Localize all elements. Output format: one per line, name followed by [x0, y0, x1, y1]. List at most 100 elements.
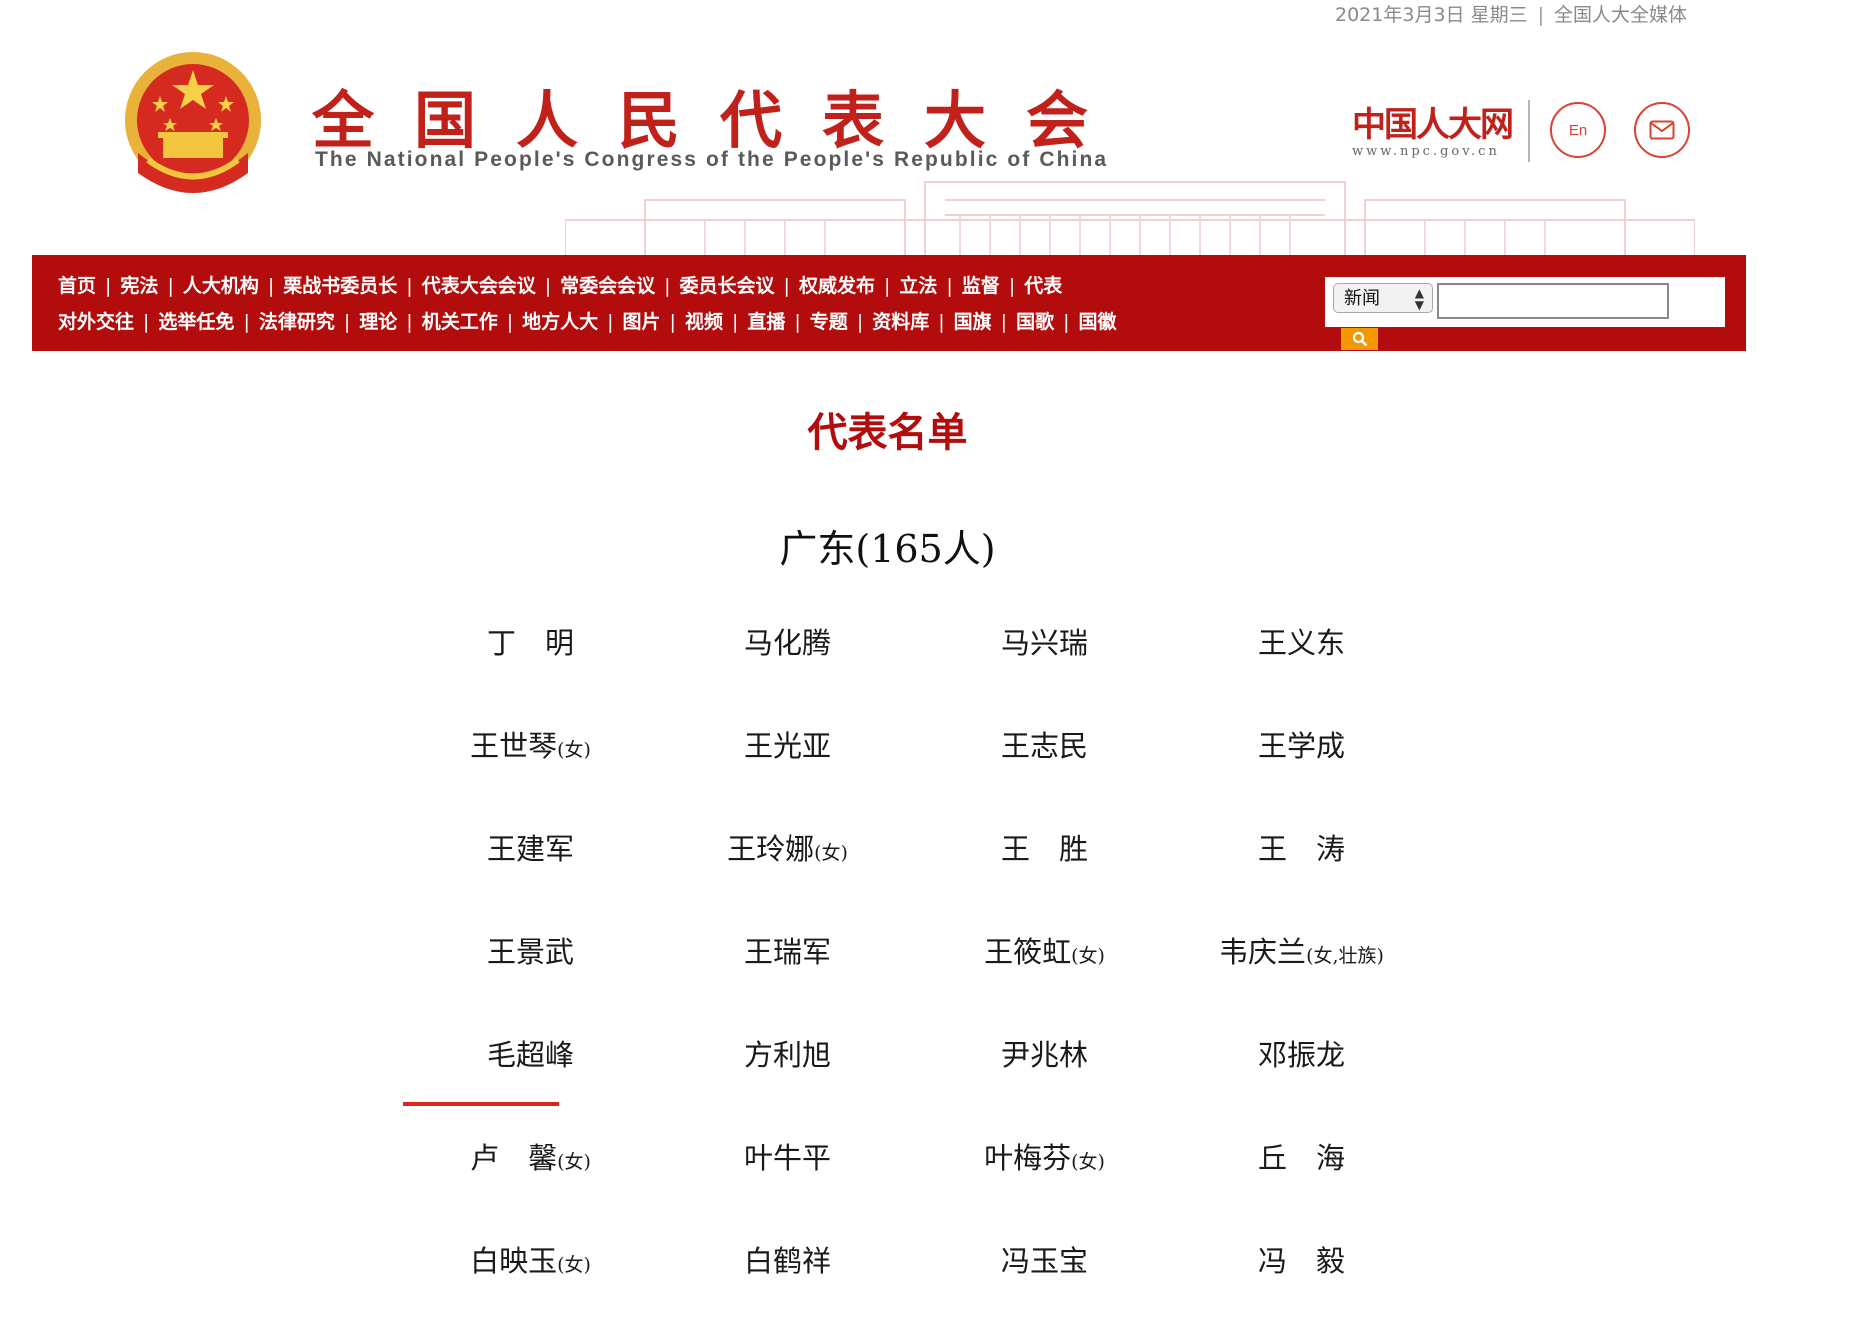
nav-item[interactable]: 法律研究	[259, 311, 335, 333]
deputy-name-link[interactable]: 马化腾	[659, 620, 916, 723]
nav-item[interactable]: 国旗	[954, 311, 992, 333]
deputy-name-link[interactable]: 王义东	[1173, 620, 1430, 723]
great-hall-illustration	[565, 181, 1695, 260]
nav-item[interactable]: 权威发布	[799, 275, 875, 297]
site-title-en: The National People's Congress of the Pe…	[315, 148, 1109, 171]
deputy-name: 冯玉宝	[1000, 1244, 1088, 1278]
deputy-name: 王筱虹	[984, 935, 1072, 969]
deputy-name-link[interactable]: 丁 明	[402, 620, 659, 723]
deputy-name-link[interactable]: 王景武	[402, 929, 659, 1032]
deputy-name-link[interactable]: 王玲娜(女)	[659, 826, 916, 929]
deputy-name: 韦庆兰	[1219, 935, 1307, 969]
deputy-name-link[interactable]: 叶牛平	[659, 1135, 916, 1238]
page-title: 代表名单	[807, 409, 968, 456]
deputy-name: 冯 毅	[1257, 1244, 1345, 1278]
nav-item[interactable]: 宪法	[120, 275, 158, 297]
nav-item[interactable]: 专题	[810, 311, 848, 333]
deputy-name: 王瑞军	[743, 935, 831, 969]
deputy-name-link[interactable]: 王筱虹(女)	[916, 929, 1173, 1032]
search-button[interactable]	[1341, 328, 1378, 350]
nav-item[interactable]: 视频	[685, 311, 723, 333]
deputy-name: 卢 馨	[470, 1141, 558, 1175]
deputy-name-link[interactable]: 卢 馨(女)	[402, 1135, 659, 1238]
deputy-name-link[interactable]: 冯 毅	[1173, 1238, 1430, 1341]
deputy-name: 叶梅芬	[984, 1141, 1072, 1175]
nav-row-2: 对外交往 | 选举任免 | 法律研究 | 理论 | 机关工作 | 地方人大 | 图片 | 视频 | 直播 | 专题 |…	[58, 311, 1117, 333]
deputy-name-link[interactable]: 王光亚	[659, 723, 916, 826]
national-emblem-icon[interactable]	[118, 48, 268, 208]
deputy-name: 叶牛平	[743, 1141, 831, 1175]
deputy-name: 马兴瑞	[1000, 626, 1088, 660]
nav-item[interactable]: 国徽	[1078, 311, 1116, 333]
select-arrows-icon: ▲ ▼	[1414, 286, 1424, 312]
site-header: 全国人民代表大会 The National People's Congress …	[0, 40, 1862, 260]
nav-item[interactable]: 常委会会议	[560, 275, 655, 297]
nav-item[interactable]: 首页	[58, 275, 96, 297]
nav-item[interactable]: 代表	[1024, 275, 1062, 297]
deputy-name-link[interactable]: 韦庆兰(女,壮族)	[1173, 929, 1430, 1032]
deputy-name-link[interactable]: 王建军	[402, 826, 659, 929]
english-button[interactable]: En	[1550, 102, 1606, 158]
nav-item[interactable]: 直播	[747, 311, 785, 333]
deputy-name: 白映玉	[470, 1244, 558, 1278]
deputy-name-link[interactable]: 尹兆林	[916, 1032, 1173, 1135]
nav-item[interactable]: 监督	[962, 275, 1000, 297]
deputy-name: 丁 明	[486, 626, 574, 660]
deputy-name-link[interactable]: 王 涛	[1173, 826, 1430, 929]
deputy-name: 王 胜	[1000, 832, 1088, 866]
name-row: 白映玉(女) 白鹤祥 冯玉宝 冯 毅	[402, 1238, 1432, 1341]
deputy-name: 丘 海	[1257, 1141, 1345, 1175]
deputy-name-link[interactable]: 王学成	[1173, 723, 1430, 826]
npc-site-logo[interactable]: 中国人大网 www.npc.gov.cn	[1352, 106, 1532, 160]
name-row: 丁 明 马化腾 马兴瑞 王义东	[402, 620, 1432, 723]
deputy-name: 王 涛	[1257, 832, 1345, 866]
deputy-name-link[interactable]: 叶梅芬(女)	[916, 1135, 1173, 1238]
nav-item[interactable]: 机关工作	[422, 311, 498, 333]
deputy-name-link[interactable]: 毛超峰	[402, 1032, 659, 1135]
deputy-note: (女)	[814, 842, 848, 864]
nav-item[interactable]: 委员长会议	[680, 275, 775, 297]
deputy-name-link[interactable]: 马兴瑞	[916, 620, 1173, 723]
deputy-name: 邓振龙	[1257, 1038, 1345, 1072]
deputy-name-link[interactable]: 王瑞军	[659, 929, 916, 1032]
media-link[interactable]: 全国人大全媒体	[1554, 4, 1687, 26]
nav-item[interactable]: 栗战书委员长	[283, 275, 397, 297]
deputy-name-link[interactable]: 王志民	[916, 723, 1173, 826]
search-input[interactable]	[1437, 283, 1669, 319]
nav-item[interactable]: 资料库	[872, 311, 929, 333]
deputy-name-link[interactable]: 王 胜	[916, 826, 1173, 929]
deputy-name-link[interactable]: 白鹤祥	[659, 1238, 916, 1341]
deputy-name: 王世琴	[470, 729, 558, 763]
nav-item[interactable]: 国歌	[1016, 311, 1054, 333]
deputy-name-link[interactable]: 方利旭	[659, 1032, 916, 1135]
nav-item[interactable]: 选举任免	[158, 311, 234, 333]
name-row: 王世琴(女) 王光亚 王志民 王学成	[402, 723, 1432, 826]
search-panel: 新闻 ▲ ▼	[1325, 277, 1725, 327]
nav-item[interactable]: 对外交往	[58, 311, 134, 333]
site-logo-text: 中国人大网	[1352, 106, 1514, 144]
deputy-note: (女)	[1071, 1151, 1105, 1173]
deputy-name-link[interactable]: 邓振龙	[1173, 1032, 1430, 1135]
deputy-name-link[interactable]: 冯玉宝	[916, 1238, 1173, 1341]
search-category-value: 新闻	[1344, 288, 1380, 309]
name-row: 王建军 王玲娜(女) 王 胜 王 涛	[402, 826, 1432, 929]
mail-button[interactable]	[1634, 102, 1690, 158]
nav-item[interactable]: 代表大会会议	[422, 275, 536, 297]
nav-item[interactable]: 人大机构	[183, 275, 259, 297]
deputy-name: 白鹤祥	[743, 1244, 831, 1278]
deputy-name-grid: 丁 明马化腾 马兴瑞 王义东 王世琴(女) 王光亚 王志民 王学成 王建军 王玲娜(女) 王 胜王…	[402, 620, 1432, 1341]
separator: |	[1537, 4, 1544, 26]
deputy-name: 毛超峰	[486, 1038, 574, 1072]
nav-item[interactable]: 图片	[623, 311, 661, 333]
deputy-note: (女)	[557, 739, 591, 761]
deputy-name-link[interactable]: 白映玉(女)	[402, 1238, 659, 1341]
nav-item[interactable]: 地方人大	[522, 311, 598, 333]
search-category-select[interactable]: 新闻 ▲ ▼	[1333, 283, 1433, 313]
deputy-name: 王玲娜	[727, 832, 815, 866]
deputy-name-link[interactable]: 王世琴(女)	[402, 723, 659, 826]
nav-item[interactable]: 立法	[899, 275, 937, 297]
main-nav-bar: 首页 | 宪法 | 人大机构 | 栗战书委员长 | 代表大会会议 | 常委会会议 | 委员长会议 | 权威发…	[32, 255, 1746, 351]
deputy-name-link[interactable]: 丘 海	[1173, 1135, 1430, 1238]
nav-item[interactable]: 理论	[359, 311, 397, 333]
deputy-note: (女)	[557, 1151, 591, 1173]
